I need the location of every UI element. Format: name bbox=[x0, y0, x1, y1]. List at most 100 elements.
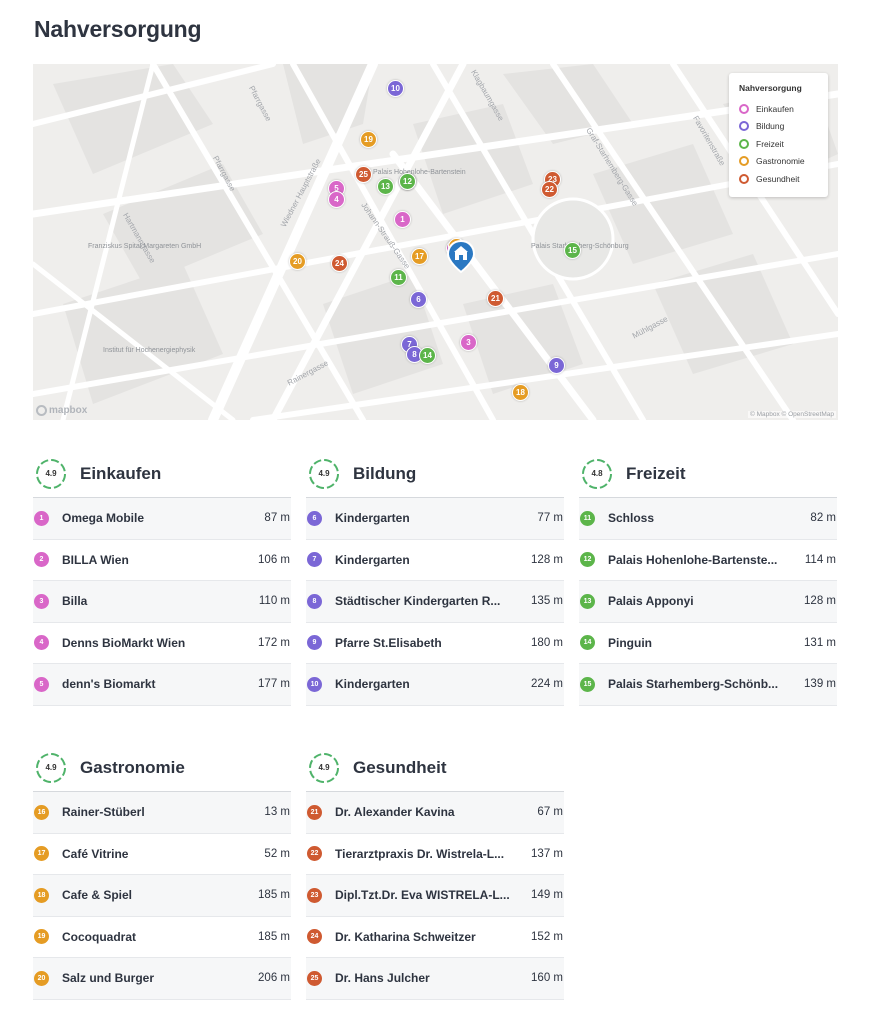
item-number: 8 bbox=[307, 593, 322, 609]
map-marker-einkaufen[interactable]: 1 bbox=[394, 211, 411, 228]
list-item[interactable]: 24 Dr. Katharina Schweitzer 152 m bbox=[306, 917, 564, 958]
item-distance: 135 m bbox=[531, 595, 563, 608]
score-badge: 4.8 bbox=[581, 458, 613, 490]
item-name: Pfarre St.Elisabeth bbox=[335, 635, 442, 650]
map-attribution[interactable]: © Mapbox © OpenStreetMap bbox=[747, 411, 836, 418]
item-distance: 177 m bbox=[258, 678, 290, 691]
list-item[interactable]: 4 Denns BioMarkt Wien 172 m bbox=[33, 623, 291, 664]
map-marker-gastronomie[interactable]: 19 bbox=[360, 131, 377, 148]
item-name: Palais Apponyi bbox=[608, 594, 694, 609]
item-number: 7 bbox=[307, 552, 322, 568]
map-marker-gastronomie[interactable]: 17 bbox=[411, 248, 428, 265]
list-item[interactable]: 6 Kindergarten 77 m bbox=[306, 498, 564, 540]
item-name: Palais Hohenlohe-Bartenste... bbox=[608, 552, 778, 567]
score-badge: 4.9 bbox=[308, 458, 340, 490]
item-number: 12 bbox=[580, 552, 595, 568]
list-item[interactable]: 8 Städtischer Kindergarten R... 135 m bbox=[306, 581, 564, 623]
map-marker-bildung[interactable]: 10 bbox=[387, 80, 404, 97]
category-gesundheit: 4.9 Gesundheit 21 Dr. Alexander Kavina 67 … bbox=[306, 744, 564, 1000]
legend-label: Freizeit bbox=[756, 138, 784, 149]
list-item[interactable]: 5 denn's Biomarkt 177 m bbox=[33, 664, 291, 706]
item-distance: 149 m bbox=[531, 889, 563, 902]
list-item[interactable]: 25 Dr. Hans Julcher 160 m bbox=[306, 958, 564, 1000]
item-name: Palais Starhemberg-Schönb... bbox=[608, 677, 779, 692]
item-name: Omega Mobile bbox=[62, 511, 145, 526]
map[interactable]: Pfarrgasse Pfarrgasse Hartmanngasse Wied… bbox=[33, 64, 838, 420]
list-item[interactable]: 16 Rainer-Stüberl 13 m bbox=[33, 792, 291, 834]
category-header: 4.9 Einkaufen bbox=[33, 450, 291, 498]
mapbox-logo[interactable]: mapbox bbox=[36, 405, 87, 416]
map-marker-gesundheit[interactable]: 22 bbox=[541, 181, 558, 198]
list-item[interactable]: 2 BILLA Wien 106 m bbox=[33, 540, 291, 581]
list-item[interactable]: 12 Palais Hohenlohe-Bartenste... 114 m bbox=[579, 540, 837, 581]
item-name: Pinguin bbox=[608, 635, 652, 650]
list-item[interactable]: 21 Dr. Alexander Kavina 67 m bbox=[306, 792, 564, 834]
legend-item-freizeit[interactable]: Freizeit bbox=[739, 135, 818, 153]
item-distance: 185 m bbox=[258, 889, 290, 902]
list-item[interactable]: 15 Palais Starhemberg-Schönb... 139 m bbox=[579, 664, 837, 706]
list-item[interactable]: 14 Pinguin 131 m bbox=[579, 623, 837, 664]
item-number: 19 bbox=[34, 929, 49, 945]
item-distance: 77 m bbox=[537, 512, 563, 525]
map-marker-einkaufen[interactable]: 4 bbox=[328, 191, 345, 208]
list-item[interactable]: 20 Salz und Burger 206 m bbox=[33, 958, 291, 1000]
list-item[interactable]: 19 Cocoquadrat 185 m bbox=[33, 917, 291, 958]
legend-dot bbox=[739, 138, 749, 149]
category-list: 1 Omega Mobile 87 m 2 BILLA Wien 106 m 3 Bill… bbox=[33, 498, 291, 706]
category-einkaufen: 4.9 Einkaufen 1 Omega Mobile 87 m 2 BILLA W… bbox=[33, 450, 291, 706]
item-distance: 52 m bbox=[264, 847, 290, 860]
legend-label: Einkaufen bbox=[756, 103, 794, 114]
category-title: Gesundheit bbox=[353, 757, 447, 777]
list-item[interactable]: 13 Palais Apponyi 128 m bbox=[579, 581, 837, 623]
map-marker-gastronomie[interactable]: 18 bbox=[512, 384, 529, 401]
map-marker-gastronomie[interactable]: 20 bbox=[289, 253, 306, 270]
category-list: 21 Dr. Alexander Kavina 67 m 22 Tierarztpra… bbox=[306, 792, 564, 1000]
legend-item-gesundheit[interactable]: Gesundheit bbox=[739, 170, 818, 188]
item-distance: 67 m bbox=[537, 806, 563, 819]
place-label: Institut für Hochenergiephysik bbox=[103, 347, 196, 354]
list-item[interactable]: 7 Kindergarten 128 m bbox=[306, 540, 564, 581]
list-item[interactable]: 3 Billa 110 m bbox=[33, 581, 291, 623]
item-number: 21 bbox=[307, 804, 322, 820]
map-marker-gesundheit[interactable]: 21 bbox=[487, 290, 504, 307]
map-marker-bildung[interactable]: 6 bbox=[410, 291, 427, 308]
map-marker-gesundheit[interactable]: 25 bbox=[355, 166, 372, 183]
category-gastronomie: 4.9 Gastronomie 16 Rainer-Stüberl 13 m 17 C… bbox=[33, 744, 291, 1000]
legend-dot bbox=[739, 156, 749, 167]
list-item[interactable]: 18 Cafe & Spiel 185 m bbox=[33, 875, 291, 917]
item-number: 20 bbox=[34, 970, 49, 986]
map-marker-freizeit[interactable]: 13 bbox=[377, 178, 394, 195]
item-distance: 160 m bbox=[531, 972, 563, 985]
list-item[interactable]: 17 Café Vitrine 52 m bbox=[33, 834, 291, 875]
item-number: 6 bbox=[307, 510, 322, 526]
item-number: 1 bbox=[34, 510, 49, 526]
item-name: Billa bbox=[62, 594, 88, 609]
legend-item-gastronomie[interactable]: Gastronomie bbox=[739, 153, 818, 171]
map-marker-freizeit[interactable]: 11 bbox=[390, 269, 407, 286]
category-list: 11 Schloss 82 m 12 Palais Hohenlohe-Bartens… bbox=[579, 498, 837, 706]
item-number: 10 bbox=[307, 676, 322, 692]
category-title: Freizeit bbox=[626, 463, 686, 483]
map-marker-freizeit[interactable]: 14 bbox=[419, 347, 436, 364]
map-marker-gesundheit[interactable]: 24 bbox=[331, 255, 348, 272]
category-list: 6 Kindergarten 77 m 7 Kindergarten 128 m 8 St… bbox=[306, 498, 564, 706]
map-marker-freizeit[interactable]: 15 bbox=[564, 242, 581, 259]
list-item[interactable]: 11 Schloss 82 m bbox=[579, 498, 837, 540]
item-number: 22 bbox=[307, 846, 322, 862]
map-marker-freizeit[interactable]: 12 bbox=[399, 173, 416, 190]
place-label: Franziskus Spital Margareten GmbH bbox=[88, 243, 202, 250]
legend-item-einkaufen[interactable]: Einkaufen bbox=[739, 100, 818, 118]
legend-item-bildung[interactable]: Bildung bbox=[739, 118, 818, 136]
item-number: 25 bbox=[307, 970, 322, 986]
list-item[interactable]: 9 Pfarre St.Elisabeth 180 m bbox=[306, 623, 564, 664]
map-marker-bildung[interactable]: 9 bbox=[548, 357, 565, 374]
list-item[interactable]: 23 Dipl.Tzt.Dr. Eva WISTRELA-L... 149 m bbox=[306, 875, 564, 917]
item-name: Denns BioMarkt Wien bbox=[62, 635, 186, 650]
home-pin-icon[interactable] bbox=[446, 240, 476, 274]
map-marker-einkaufen[interactable]: 3 bbox=[460, 334, 477, 351]
category-bildung: 4.9 Bildung 6 Kindergarten 77 m 7 Kindergar… bbox=[306, 450, 564, 706]
list-item[interactable]: 10 Kindergarten 224 m bbox=[306, 664, 564, 706]
list-item[interactable]: 22 Tierarztpraxis Dr. Wistrela-L... 137 m bbox=[306, 834, 564, 875]
list-item[interactable]: 1 Omega Mobile 87 m bbox=[33, 498, 291, 540]
item-distance: 137 m bbox=[531, 847, 563, 860]
